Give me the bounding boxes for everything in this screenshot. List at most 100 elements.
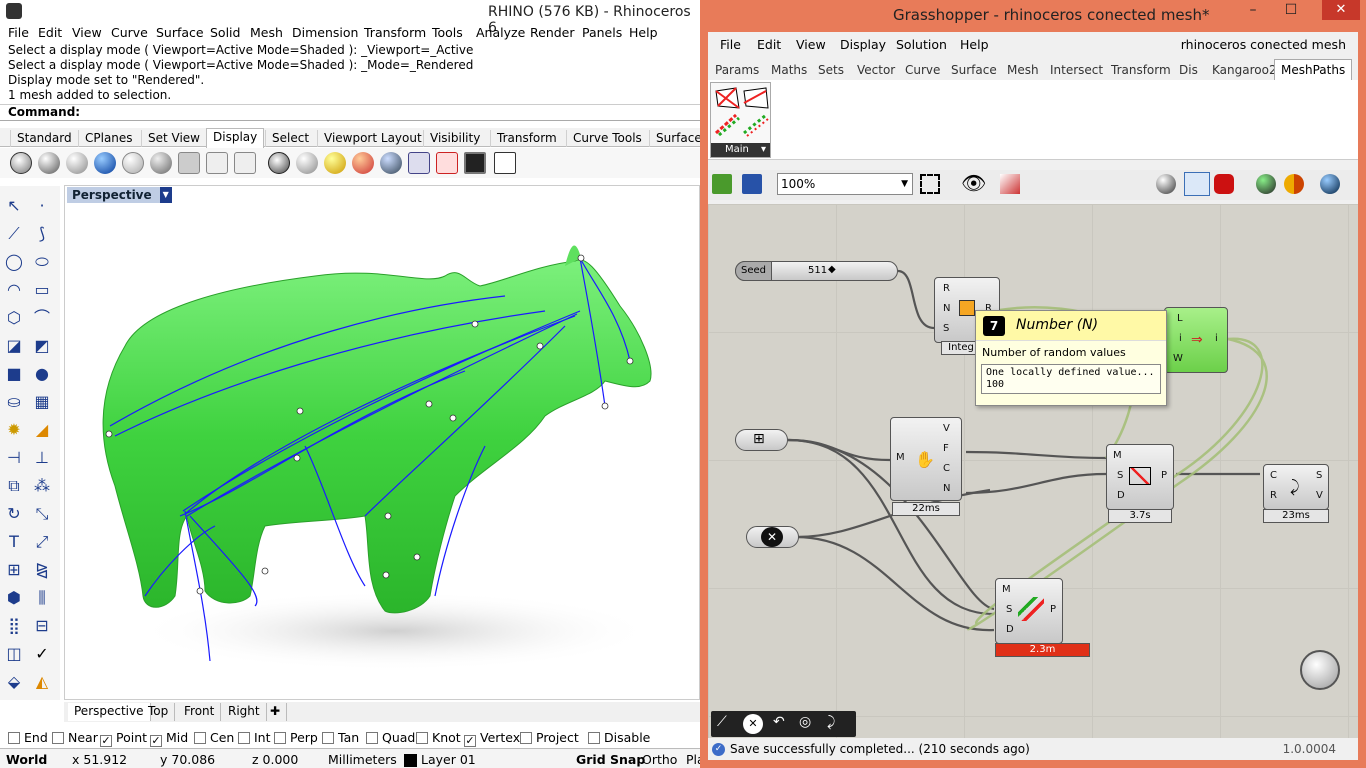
box-icon[interactable] [494, 152, 516, 174]
gh-tab-vector[interactable]: Vector [857, 63, 895, 77]
zoom-select[interactable]: 100% ▼ [777, 173, 913, 195]
zoom-extents-icon[interactable] [920, 174, 940, 194]
group-icon[interactable]: ⁂ [32, 476, 52, 496]
gh-tab-mesh[interactable]: Mesh [1007, 63, 1039, 77]
input-c[interactable]: C [1270, 470, 1277, 481]
cylinder-icon[interactable]: ⛀ [4, 392, 24, 412]
gh-tab-kangaroo2[interactable]: Kangaroo2 [1212, 63, 1277, 77]
chevron-down-icon[interactable]: ▼ [901, 174, 908, 194]
surface-icon[interactable]: ◪ [4, 336, 24, 356]
analysis-icon[interactable] [352, 152, 374, 174]
checkbox-icon[interactable] [366, 732, 378, 744]
pen-icon[interactable] [206, 152, 228, 174]
sphere-icon[interactable] [296, 152, 318, 174]
cplane-icon[interactable]: ⊟ [32, 616, 52, 636]
menu-analyze[interactable]: Analyze [476, 25, 525, 40]
custom-preview-icon[interactable] [1284, 174, 1304, 194]
gh-tab-surface[interactable]: Surface [951, 63, 997, 77]
gh-tab-sets[interactable]: Sets [818, 63, 844, 77]
artistic-icon[interactable] [178, 152, 200, 174]
rendered-icon[interactable] [94, 152, 116, 174]
osnap-int[interactable]: Int [238, 730, 271, 745]
arc-tool-icon[interactable]: ↶ [773, 714, 785, 730]
input-m[interactable]: M [1113, 450, 1122, 461]
osnap-vertex[interactable]: ✓ Vertex [464, 730, 520, 747]
gh-tab-dis[interactable]: Dis [1179, 63, 1198, 77]
checkbox-checked-icon[interactable]: ✓ [150, 735, 162, 747]
perspective-viewport[interactable]: Perspective ▼ [64, 185, 700, 700]
material-icon[interactable]: ◭ [32, 672, 52, 692]
point-icon[interactable]: · [32, 196, 52, 216]
hatch-icon[interactable]: ⫼ [32, 588, 52, 608]
output-i[interactable]: i [1215, 333, 1218, 344]
gh-tab-curve[interactable]: Curve [905, 63, 940, 77]
vtab-top[interactable]: Top [142, 703, 176, 721]
checkbox-icon[interactable] [274, 732, 286, 744]
seed-slider[interactable]: Seed 511 ◆ [735, 261, 898, 281]
menu-view[interactable]: View [72, 25, 102, 40]
input-s[interactable]: S [943, 323, 949, 334]
technical-icon[interactable] [150, 152, 172, 174]
dimension-icon[interactable]: ◢ [32, 420, 52, 440]
vtab-perspective[interactable]: Perspective [68, 703, 151, 721]
checkbox-icon[interactable] [416, 732, 428, 744]
preview-wireframe-icon[interactable] [1156, 174, 1176, 194]
checkbox-icon[interactable] [322, 732, 334, 744]
gh-tab-meshpaths[interactable]: MeshPaths [1274, 59, 1353, 80]
rhino-mesh[interactable] [102, 259, 652, 614]
menu-surface[interactable]: Surface [156, 25, 204, 40]
gh-menu-solution[interactable]: Solution [896, 37, 947, 52]
input-s[interactable]: S [1117, 470, 1123, 481]
move-icon[interactable]: ⤢ [32, 532, 52, 552]
polyline-icon[interactable]: ⟋ [4, 224, 24, 244]
expand-icon[interactable]: ▾ [761, 143, 766, 157]
arctic-icon[interactable] [234, 152, 256, 174]
curve-param[interactable]: ✕ [746, 526, 799, 548]
slider-grip-icon[interactable]: ◆ [828, 264, 836, 275]
light-bulb-icon[interactable]: ✹ [4, 420, 24, 440]
gh-tab-maths[interactable]: Maths [771, 63, 807, 77]
output-f[interactable]: F [943, 443, 949, 454]
gh-tab-intersect[interactable]: Intersect [1050, 63, 1103, 77]
osnap-cen[interactable]: Cen [194, 730, 234, 745]
scale-icon[interactable]: ⤡ [32, 504, 52, 524]
cplane-status[interactable]: World [6, 752, 47, 767]
checkbox-icon[interactable] [52, 732, 64, 744]
units-status[interactable]: Millimeters [328, 752, 397, 767]
layer-icon[interactable]: ⬙ [4, 672, 24, 692]
wireframe-icon[interactable] [10, 152, 32, 174]
menu-mesh[interactable]: Mesh [250, 25, 283, 40]
grid-sphere-icon[interactable] [268, 152, 290, 174]
close-icon[interactable]: ✕ [1322, 0, 1360, 20]
input-r[interactable]: R [1270, 490, 1277, 501]
ortho-toggle[interactable]: Ortho [642, 752, 677, 767]
menu-dimension[interactable]: Dimension [292, 25, 358, 40]
osnap-perp[interactable]: Perp [274, 730, 318, 745]
menu-file[interactable]: File [8, 25, 29, 40]
display-mode-icon[interactable] [1320, 174, 1340, 194]
input-d[interactable]: D [1006, 624, 1014, 635]
block-icon[interactable]: ⬢ [4, 588, 24, 608]
input-s[interactable]: S [1006, 604, 1012, 615]
clipping-icon[interactable] [408, 152, 430, 174]
input-l[interactable]: L [1177, 313, 1183, 324]
ghosted-icon[interactable] [66, 152, 88, 174]
checkbox-icon[interactable] [588, 732, 600, 744]
osnap-point[interactable]: ✓ Point [100, 730, 147, 747]
arc-icon[interactable]: ◠ [4, 280, 24, 300]
input-m[interactable]: M [1002, 584, 1011, 595]
xray-icon[interactable] [122, 152, 144, 174]
menu-curve[interactable]: Curve [111, 25, 148, 40]
document-preview-icon[interactable] [1256, 174, 1276, 194]
hook-icon[interactable]: ⤸ [827, 714, 835, 730]
menu-help[interactable]: Help [629, 25, 658, 40]
command-line[interactable]: Command: [0, 104, 700, 121]
input-n[interactable]: N [943, 303, 950, 314]
split-icon[interactable]: ⊥ [32, 448, 52, 468]
output-p[interactable]: P [1050, 604, 1056, 615]
preview-selected-icon[interactable] [1214, 174, 1234, 194]
vtab-front[interactable]: Front [178, 703, 222, 721]
checkbox-icon[interactable] [238, 732, 250, 744]
menu-render[interactable]: Render [530, 25, 575, 40]
checkbox-checked-icon[interactable]: ✓ [100, 735, 112, 747]
